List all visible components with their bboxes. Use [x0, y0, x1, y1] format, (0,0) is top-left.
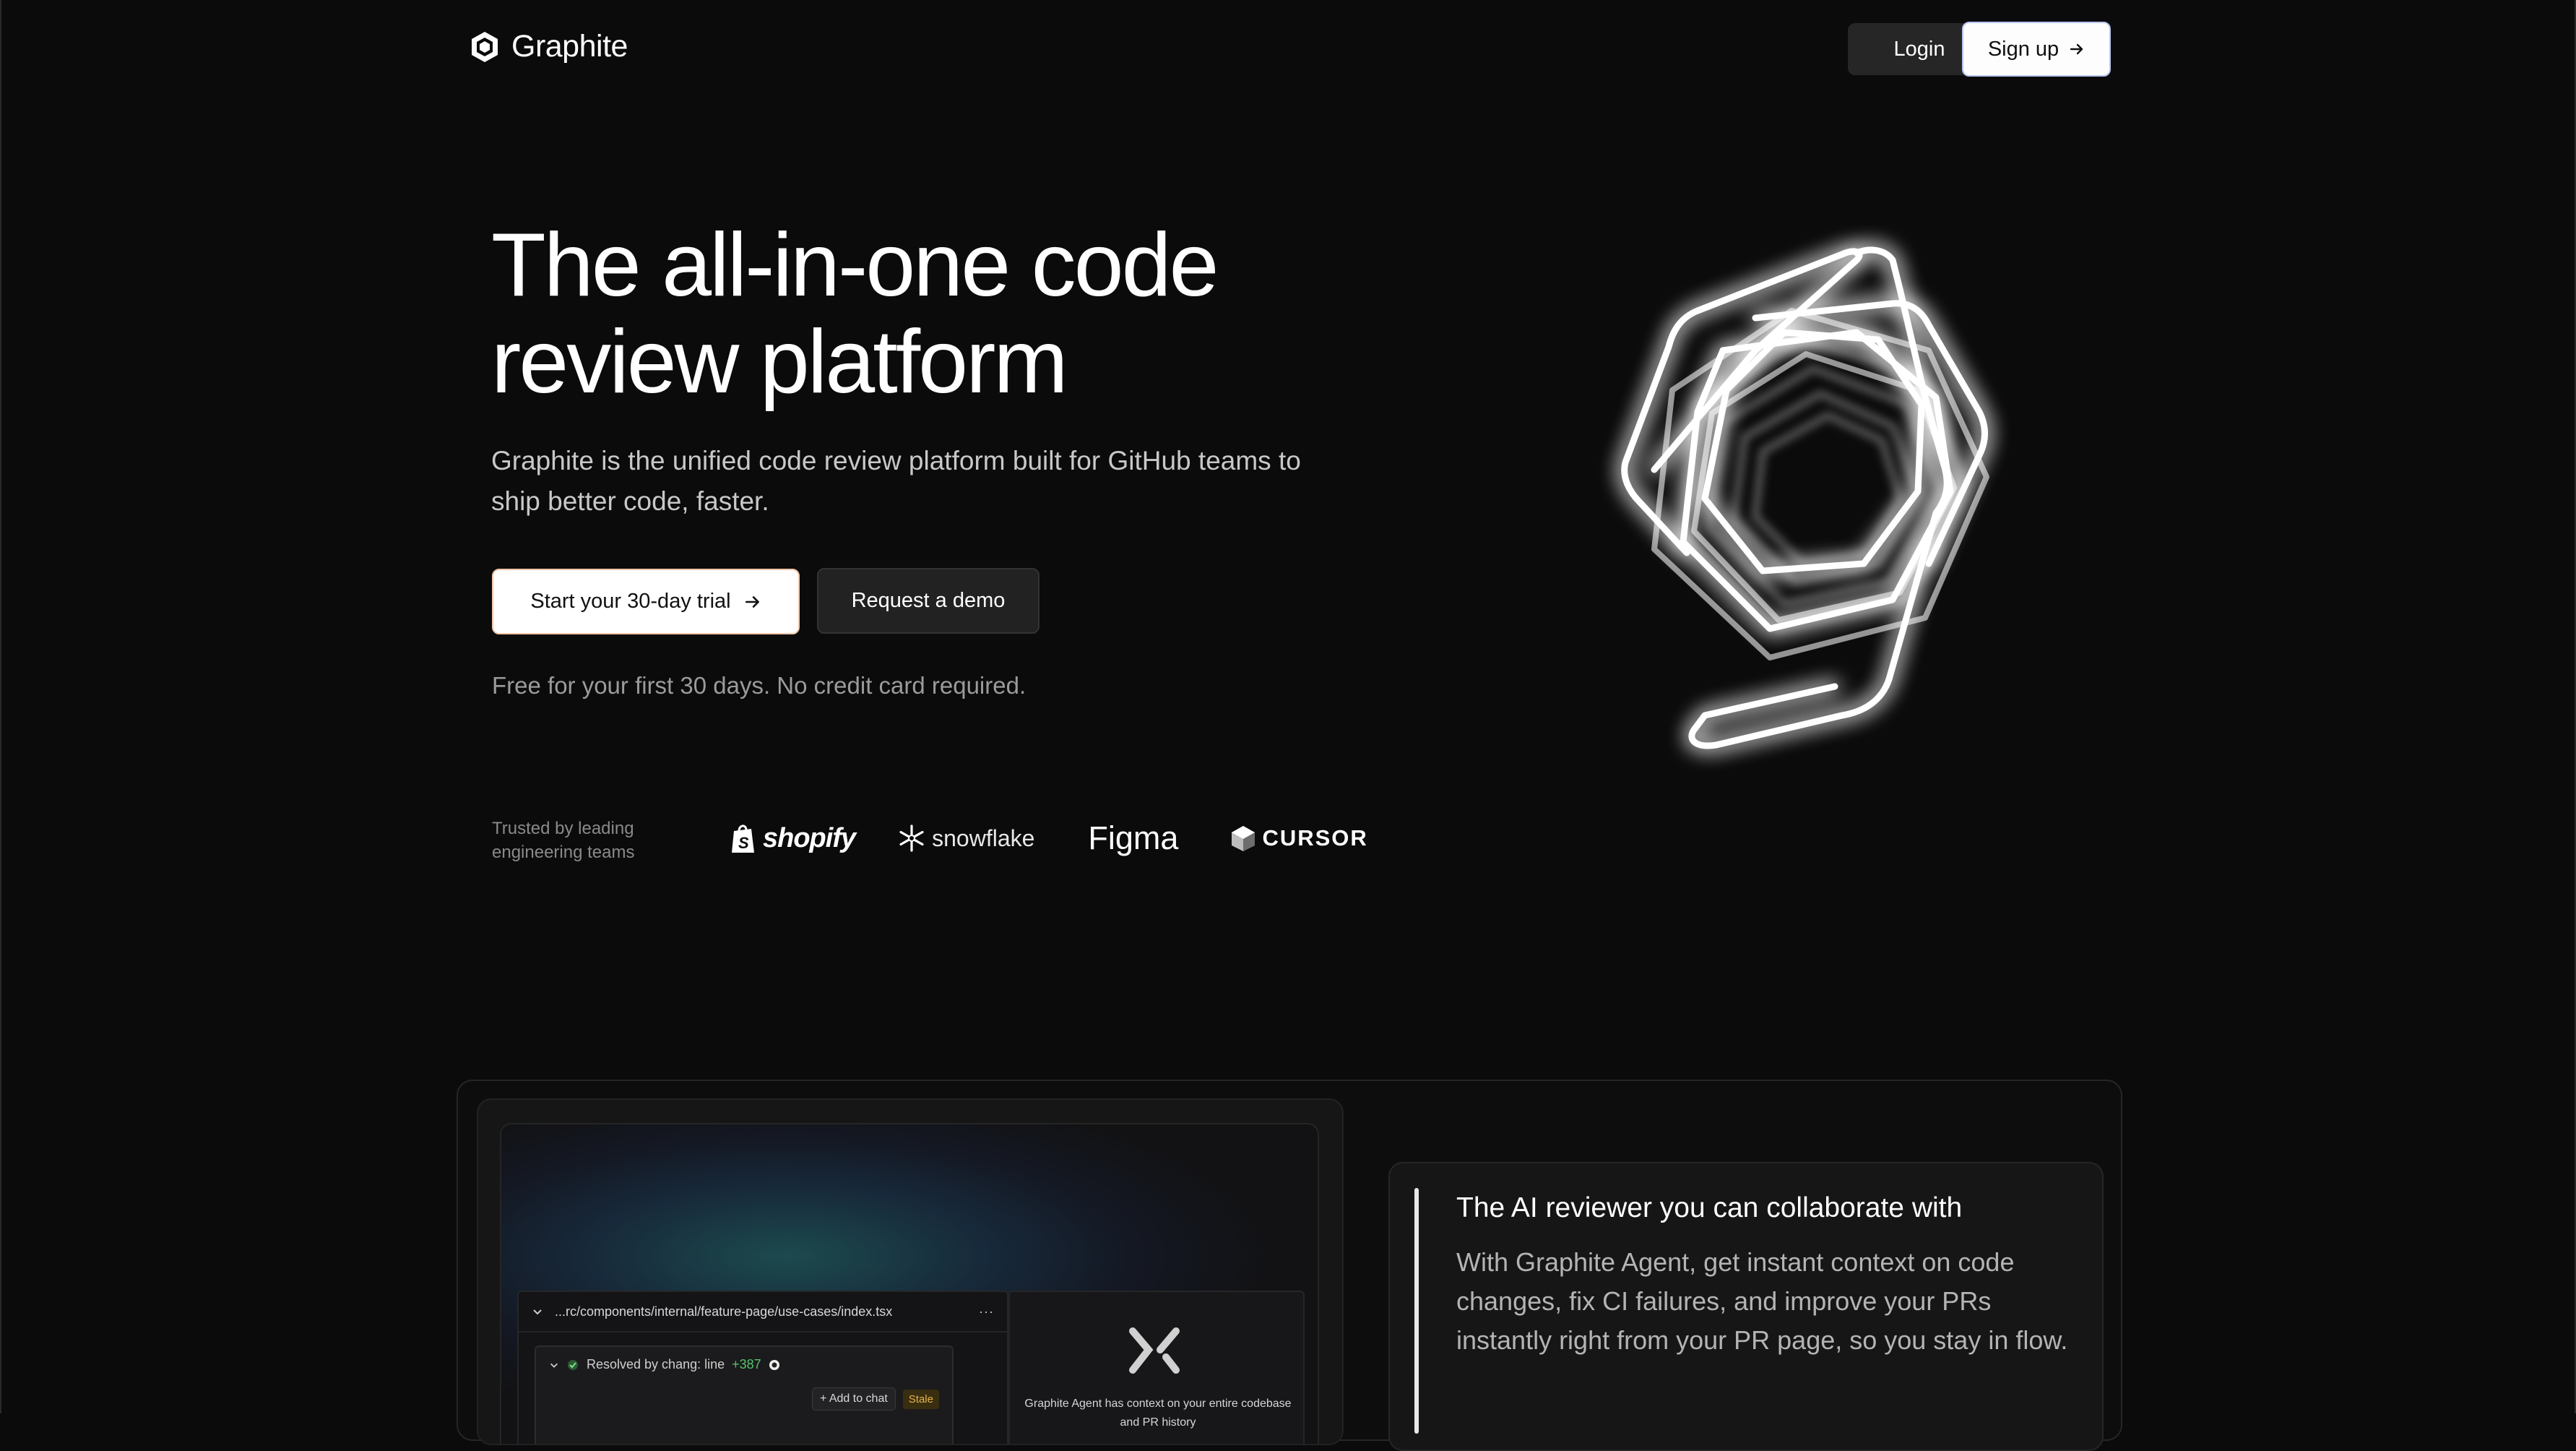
start-trial-button[interactable]: Start your 30-day trial: [492, 569, 800, 634]
svg-text:S: S: [738, 834, 749, 852]
brand-name: Graphite: [511, 29, 628, 64]
graphite-logo-icon: [472, 31, 498, 62]
resolved-check-icon: [568, 1359, 578, 1370]
product-preview-screen: ...rc/components/internal/feature-page/u…: [500, 1123, 1319, 1444]
graphite-agent-icon: [1129, 1327, 1180, 1374]
start-trial-label: Start your 30-day trial: [530, 590, 731, 613]
signup-button-label: Sign up: [1987, 37, 2059, 61]
login-button-label: Login: [1893, 37, 1945, 61]
diff-file-header[interactable]: ...rc/components/internal/feature-page/u…: [519, 1292, 1007, 1332]
thread-line-count: +387: [732, 1357, 761, 1372]
arrow-right-icon: [745, 595, 759, 608]
stale-badge: Stale: [902, 1389, 939, 1409]
product-preview: ...rc/components/internal/feature-page/u…: [477, 1098, 1344, 1445]
plus-icon: +: [819, 1392, 829, 1405]
chevron-down-icon[interactable]: [549, 1360, 559, 1370]
diff-file-path: ...rc/components/internal/feature-page/u…: [555, 1304, 893, 1319]
hero-title-line2: review platform: [491, 312, 1068, 412]
cursor-cube-icon: [1232, 826, 1255, 851]
request-demo-button[interactable]: Request a demo: [817, 568, 1040, 634]
diff-file-panel: ...rc/components/internal/feature-page/u…: [517, 1291, 1008, 1444]
avatar: [769, 1359, 779, 1370]
customer-logos: S shopify snowflake Figma CURSOR: [730, 817, 1368, 860]
ai-reviewer-title: The AI reviewer you can collaborate with: [1456, 1192, 1963, 1223]
hero-title: The all-in-one code review platform: [491, 217, 1358, 410]
thread-header[interactable]: Resolved by chang: line +387: [536, 1347, 952, 1372]
glowing-hexagon-artwork: [1621, 246, 1989, 749]
trial-note: Free for your first 30 days. No credit c…: [492, 672, 1026, 699]
ai-reviewer-description: With Graphite Agent, get instant context…: [1456, 1247, 2068, 1355]
agent-context-text: Graphite Agent has context on your entir…: [1024, 1398, 1292, 1429]
add-to-chat-button[interactable]: + Add to chat: [811, 1387, 896, 1411]
review-thread: Resolved by chang: line +387 + Add to ch…: [535, 1345, 954, 1444]
snowflake-logo: snowflake: [897, 824, 1034, 853]
chevron-down-icon[interactable]: [532, 1306, 543, 1317]
ai-reviewer-panel[interactable]: The AI reviewer you can collaborate with…: [1388, 1162, 2104, 1451]
trusted-by-label: Trusted by leading engineering teams: [492, 819, 635, 862]
hero-subtitle: Graphite is the unified code review plat…: [491, 446, 1301, 516]
active-indicator: [1414, 1188, 1419, 1434]
hero-title-line1: The all-in-one code: [491, 215, 1219, 315]
signup-button[interactable]: Sign up: [1962, 22, 2111, 77]
shopify-wordmark: shopify: [763, 822, 856, 853]
shopify-bag-icon: S: [732, 824, 754, 853]
cursor-logo: CURSOR: [1230, 824, 1367, 852]
file-menu-icon[interactable]: ···: [979, 1304, 994, 1319]
cursor-wordmark: CURSOR: [1262, 825, 1368, 851]
thread-resolved-text: Resolved by chang: line: [587, 1357, 725, 1372]
snowflake-wordmark: snowflake: [932, 824, 1035, 851]
arrow-right-icon: [2070, 43, 2083, 55]
figma-wordmark: Figma: [1088, 819, 1179, 856]
agent-panel: Graphite Agent has context on your entir…: [1008, 1291, 1305, 1444]
brand-logo[interactable]: Graphite: [468, 29, 628, 64]
figma-logo: Figma: [1088, 819, 1178, 857]
thread-actions: + Add to chat Stale: [811, 1387, 939, 1411]
request-demo-label: Request a demo: [851, 589, 1006, 612]
snowflake-icon: [899, 824, 924, 852]
shopify-logo: S shopify: [730, 822, 856, 854]
add-to-chat-label: Add to chat: [829, 1392, 888, 1405]
